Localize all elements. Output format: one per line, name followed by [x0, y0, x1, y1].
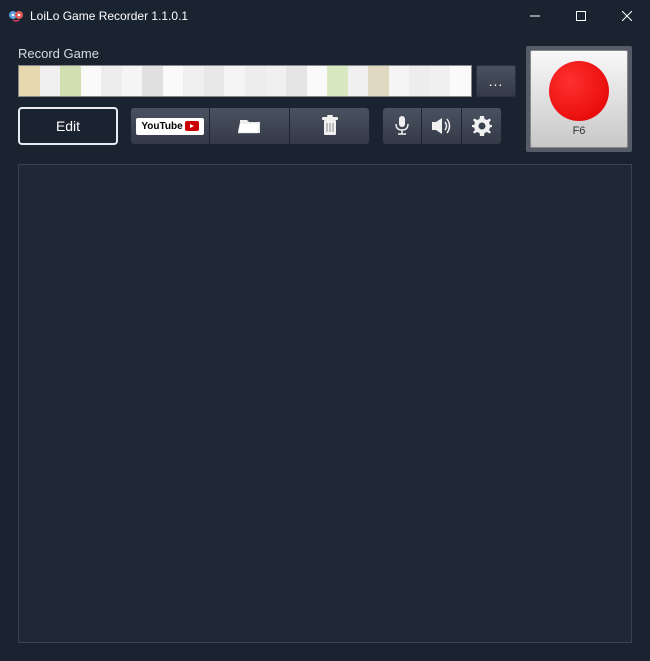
youtube-icon: YouTube	[136, 118, 203, 135]
trash-icon	[321, 115, 339, 137]
game-path-input[interactable]	[18, 65, 472, 97]
controls-column: Record Game	[18, 46, 516, 145]
play-icon	[185, 121, 199, 131]
folder-button[interactable]	[210, 107, 290, 145]
window-controls	[512, 0, 650, 32]
record-icon	[549, 61, 609, 121]
action-button-group: YouTube	[130, 107, 370, 145]
gear-icon	[472, 116, 492, 136]
browse-button[interactable]: ...	[476, 65, 516, 97]
scroll-spacer	[19, 165, 632, 642]
speaker-button[interactable]	[422, 107, 462, 145]
microphone-button[interactable]	[382, 107, 422, 145]
content-area: Record Game	[0, 32, 650, 661]
top-row: Record Game	[18, 46, 632, 152]
game-input-row: ...	[18, 65, 516, 97]
maximize-button[interactable]	[558, 0, 604, 32]
settings-button-group	[382, 107, 502, 145]
edit-button[interactable]: Edit	[18, 107, 118, 145]
microphone-icon	[395, 116, 409, 136]
window-title: LoiLo Game Recorder 1.1.0.1	[30, 9, 512, 23]
youtube-button[interactable]: YouTube	[130, 107, 210, 145]
toolbar: Edit YouTube	[18, 107, 516, 145]
speaker-icon	[432, 117, 452, 135]
delete-button[interactable]	[290, 107, 370, 145]
close-button[interactable]	[604, 0, 650, 32]
titlebar: LoiLo Game Recorder 1.1.0.1	[0, 0, 650, 32]
minimize-button[interactable]	[512, 0, 558, 32]
recordings-list[interactable]	[18, 164, 632, 643]
record-hotkey-label: F6	[573, 125, 586, 137]
folder-icon	[238, 116, 262, 136]
app-window: LoiLo Game Recorder 1.1.0.1 Record Game	[0, 0, 650, 661]
app-icon	[8, 8, 24, 24]
settings-button[interactable]	[462, 107, 502, 145]
record-game-label: Record Game	[18, 46, 516, 61]
blurred-content	[19, 66, 471, 96]
record-button-container: F6	[526, 46, 632, 152]
record-button[interactable]: F6	[530, 50, 628, 148]
